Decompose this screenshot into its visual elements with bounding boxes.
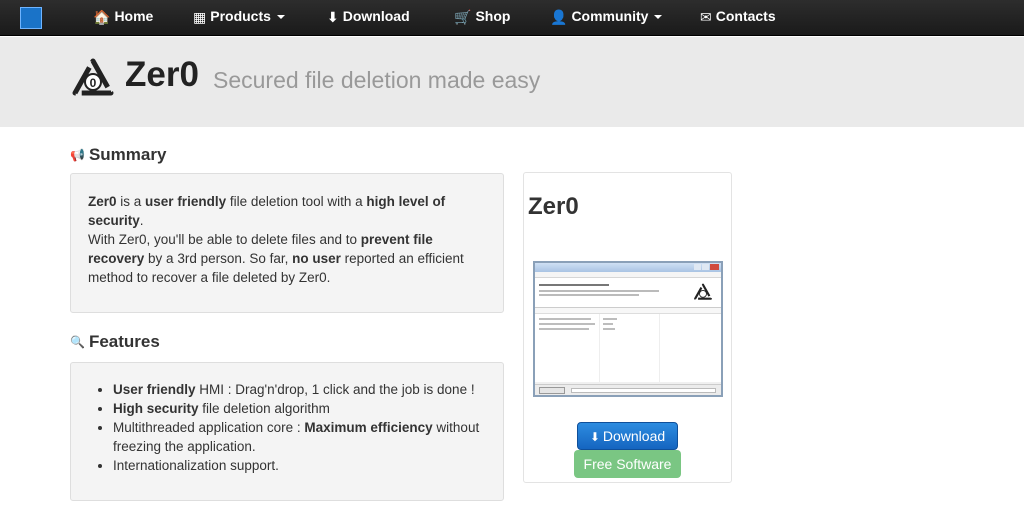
nav-shop-label: Shop — [475, 8, 511, 24]
page-title: Zer0 — [125, 55, 199, 94]
feature-bold: High security — [113, 401, 199, 416]
list-item: User friendly HMI : Drag'n'drop, 1 click… — [113, 380, 485, 399]
list-item: High security file deletion algorithm — [113, 399, 485, 418]
feature-text: Multithreaded application core : — [113, 420, 305, 435]
feature-text: Internationalization support. — [113, 458, 279, 473]
chevron-down-icon — [654, 15, 663, 19]
envelope-icon: ✉ — [700, 9, 712, 25]
summary-box: Zer0 is a user friendly file deletion to… — [70, 173, 504, 313]
summary-text: file deletion tool with a — [226, 194, 367, 209]
logo-zero-text: 0 — [90, 76, 97, 90]
summary-text: user friendly — [145, 194, 227, 209]
feature-bold: User friendly — [113, 382, 196, 397]
free-software-badge[interactable]: Free Software — [574, 450, 681, 478]
nav-products-label: Products — [210, 8, 271, 24]
hero-banner: 0 Zer0 Secured file deletion made easy — [0, 37, 1024, 127]
screenshot-footer — [535, 384, 721, 395]
nav-contacts-label: Contacts — [715, 8, 776, 24]
summary-text: With Zer0, you'll be able to delete file… — [88, 232, 361, 247]
download-icon: ⬇ — [589, 430, 600, 444]
summary-heading: 📢 Summary — [70, 145, 166, 165]
summary-heading-label: Summary — [88, 145, 167, 164]
feature-text: file deletion algorithm — [198, 401, 330, 416]
recycle-zero-logo: 0 — [72, 58, 114, 96]
screenshot-header — [535, 278, 721, 308]
list-item: Internationalization support. — [113, 456, 485, 475]
features-box: User friendly HMI : Drag'n'drop, 1 click… — [70, 362, 504, 501]
k-logo-icon[interactable] — [20, 7, 42, 29]
nav-contacts[interactable]: ✉ Contacts — [700, 0, 776, 36]
panel-title: Zer0 — [528, 193, 579, 220]
nav-download-label: Download — [342, 8, 410, 24]
list-item: Multithreaded application core : Maximum… — [113, 418, 485, 456]
summary-paragraph-2: With Zer0, you'll be able to delete file… — [88, 230, 485, 287]
nav-products[interactable]: ▦ Products — [193, 0, 285, 36]
app-screenshot[interactable] — [533, 261, 723, 397]
feature-text: HMI : Drag'n'drop, 1 click and the job i… — [195, 382, 475, 397]
chevron-down-icon — [276, 15, 285, 19]
download-button-label: Download — [602, 428, 666, 444]
nav-community[interactable]: 👤 Community — [550, 0, 663, 36]
summary-text: no user — [292, 251, 341, 266]
summary-text: . — [139, 213, 144, 228]
megaphone-icon: 📢 — [70, 148, 85, 162]
page-tagline: Secured file deletion made easy — [213, 67, 541, 93]
nav-home[interactable]: 🏠 Home — [93, 0, 153, 36]
user-icon: 👤 — [550, 9, 568, 25]
cart-icon: 🛒 — [454, 9, 472, 25]
summary-paragraph-1: Zer0 is a user friendly file deletion to… — [88, 192, 485, 230]
search-icon: 🔍 — [70, 335, 85, 349]
nav-download[interactable]: ⬇ Download — [327, 0, 410, 36]
nav-community-label: Community — [571, 8, 649, 24]
screenshot-logo-icon — [694, 283, 712, 300]
download-button[interactable]: ⬇ Download — [577, 422, 678, 450]
screenshot-titlebar — [535, 263, 721, 272]
summary-text: is a — [116, 194, 146, 209]
screenshot-list — [535, 314, 721, 382]
features-heading: 🔍 Features — [70, 332, 160, 352]
nav-home-label: Home — [114, 8, 154, 24]
nav-shop[interactable]: 🛒 Shop — [454, 0, 510, 36]
home-icon: 🏠 — [93, 9, 111, 25]
features-heading-label: Features — [88, 332, 160, 351]
feature-bold: Maximum efficiency — [304, 420, 433, 435]
summary-text: Zer0 — [88, 194, 117, 209]
top-navbar: 🏠 Home ▦ Products ⬇ Download 🛒 Shop 👤 Communi… — [0, 0, 1024, 36]
summary-text: by a 3rd person. So far, — [144, 251, 293, 266]
download-icon: ⬇ — [327, 9, 339, 25]
grid-icon: ▦ — [193, 9, 207, 25]
features-list: User friendly HMI : Drag'n'drop, 1 click… — [113, 380, 485, 475]
